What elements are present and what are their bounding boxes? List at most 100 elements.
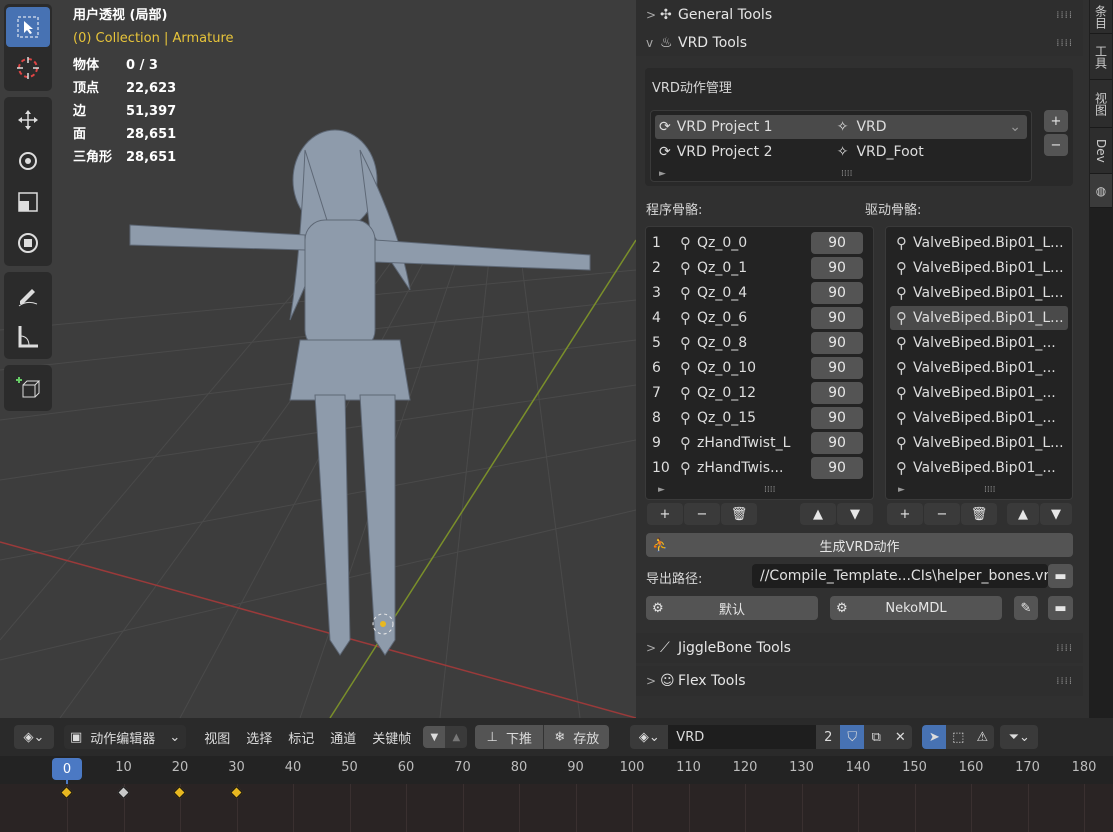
- show-hidden-button[interactable]: ⬚: [946, 725, 971, 749]
- mode-dropdown[interactable]: ▣ 动作编辑器 ⌄: [64, 725, 187, 749]
- program-bone-row[interactable]: 3 ⚲ Qz_0_4 90: [650, 281, 869, 305]
- clear-driver-bones-button[interactable]: 🗑: [961, 503, 997, 525]
- driver-bone-row[interactable]: ⚲ ValveBiped.Bip01_...: [890, 406, 1068, 430]
- unlink-action-button[interactable]: ✕: [888, 725, 913, 749]
- jigglebone-tools-header[interactable]: > ⟋ JiggleBone Tools ⁞⁞⁞⁞: [636, 633, 1083, 663]
- prev-action-button[interactable]: ▼: [423, 726, 446, 748]
- menu-view[interactable]: 视图: [204, 728, 230, 747]
- generate-vrd-button[interactable]: ⛹ 生成VRD动作: [646, 533, 1073, 557]
- driver-bone-row[interactable]: ⚲ ValveBiped.Bip01_L...: [890, 431, 1068, 455]
- add-project-button[interactable]: +: [1044, 110, 1068, 132]
- expand-triangle-icon[interactable]: ►: [658, 485, 665, 495]
- program-bone-row[interactable]: 1 ⚲ Qz_0_0 90: [650, 231, 869, 255]
- program-bone-row[interactable]: 10 ⚲ zHandTwis... 90: [650, 456, 869, 480]
- bone-angle-field[interactable]: 90: [811, 257, 863, 279]
- bone-angle-field[interactable]: 90: [811, 282, 863, 304]
- only-errors-button[interactable]: ⚠: [970, 725, 995, 749]
- tab-item[interactable]: 条目: [1090, 0, 1112, 34]
- open-folder-button[interactable]: ▬: [1048, 596, 1073, 620]
- drag-grip-icon[interactable]: ⁞⁞⁞⁞: [1056, 643, 1073, 654]
- fake-user-button[interactable]: ⛉: [840, 725, 865, 749]
- bone-angle-field[interactable]: 90: [811, 332, 863, 354]
- action-name-field[interactable]: VRD: [668, 725, 817, 749]
- driver-bone-row[interactable]: ⚲ ValveBiped.Bip01_L...: [890, 231, 1068, 255]
- stash-button[interactable]: ❄ 存放: [543, 725, 610, 749]
- nekomdl-button[interactable]: ⚙ NekoMDL: [830, 596, 1002, 620]
- project-row[interactable]: ⟳ VRD Project 2 ✧ VRD_Foot: [655, 140, 1027, 164]
- push-down-button[interactable]: ⊥ 下推: [475, 725, 544, 749]
- tab-view[interactable]: 视图: [1090, 80, 1112, 128]
- driver-bone-row[interactable]: ⚲ ValveBiped.Bip01_...: [890, 356, 1068, 380]
- move-up-driver-button[interactable]: ▲: [1007, 503, 1039, 525]
- program-bone-row[interactable]: 7 ⚲ Qz_0_12 90: [650, 381, 869, 405]
- next-action-button[interactable]: ▲: [445, 726, 468, 748]
- vrd-tools-header[interactable]: v ♨ VRD Tools ⁞⁞⁞⁞: [636, 28, 1083, 58]
- move-up-program-button[interactable]: ▲: [800, 503, 836, 525]
- bone-angle-field[interactable]: 90: [811, 432, 863, 454]
- menu-key[interactable]: 关键帧: [372, 728, 411, 747]
- program-bone-row[interactable]: 8 ⚲ Qz_0_15 90: [650, 406, 869, 430]
- select-box-tool[interactable]: [6, 7, 50, 47]
- keyframe[interactable]: [116, 786, 130, 799]
- only-selected-button[interactable]: ➤: [922, 725, 947, 749]
- keyframe[interactable]: [60, 786, 73, 799]
- menu-marker[interactable]: 标记: [288, 728, 314, 747]
- expand-triangle-icon[interactable]: ►: [898, 485, 905, 495]
- program-bone-row[interactable]: 2 ⚲ Qz_0_1 90: [650, 256, 869, 280]
- add-program-bone-button[interactable]: +: [647, 503, 683, 525]
- bone-angle-field[interactable]: 90: [811, 382, 863, 404]
- add-driver-bone-button[interactable]: +: [887, 503, 923, 525]
- keyframe[interactable]: [173, 786, 186, 799]
- users-count[interactable]: 2: [816, 725, 841, 749]
- export-path-field[interactable]: //Compile_Template...CIs\helper_bones.vr…: [752, 564, 1048, 588]
- project-row[interactable]: ⟳ VRD Project 1 ✧ VRD ⌄: [655, 115, 1027, 139]
- bone-angle-field[interactable]: 90: [811, 407, 863, 429]
- bone-angle-field[interactable]: 90: [811, 232, 863, 254]
- measure-tool[interactable]: [6, 316, 50, 356]
- driver-bone-row[interactable]: ⚲ ValveBiped.Bip01_...: [890, 331, 1068, 355]
- menu-channel[interactable]: 通道: [330, 728, 356, 747]
- bone-angle-field[interactable]: 90: [811, 307, 863, 329]
- drag-grip-icon[interactable]: ⁞⁞⁞⁞: [1056, 38, 1073, 49]
- chevron-down-icon[interactable]: ⌄: [1009, 119, 1021, 135]
- transform-tool[interactable]: [6, 223, 50, 263]
- move-tool[interactable]: [6, 100, 50, 140]
- general-tools-header[interactable]: > ✣ General Tools ⁞⁞⁞⁞: [636, 0, 1083, 30]
- move-down-program-button[interactable]: ▼: [837, 503, 873, 525]
- program-bone-row[interactable]: 6 ⚲ Qz_0_10 90: [650, 356, 869, 380]
- resize-grip-icon[interactable]: ⁞⁞⁞⁞: [841, 169, 852, 179]
- driver-bone-row[interactable]: ⚲ ValveBiped.Bip01_L...: [890, 256, 1068, 280]
- program-bone-row[interactable]: 4 ⚲ Qz_0_6 90: [650, 306, 869, 330]
- drag-grip-icon[interactable]: ⁞⁞⁞⁞: [1056, 10, 1073, 21]
- tab-addon[interactable]: ◍: [1090, 174, 1112, 208]
- scale-tool[interactable]: [6, 182, 50, 222]
- driver-bone-row[interactable]: ⚲ ValveBiped.Bip01_...: [890, 381, 1068, 405]
- resize-grip-icon[interactable]: ⁞⁞⁞⁞: [984, 485, 995, 495]
- driver-bone-row[interactable]: ⚲ ValveBiped.Bip01_...: [890, 456, 1068, 480]
- 3d-viewport[interactable]: 用户透视 (局部) (0) Collection | Armature 物体 0 …: [0, 0, 636, 718]
- tab-tool[interactable]: 工具: [1090, 34, 1112, 80]
- remove-project-button[interactable]: −: [1044, 134, 1068, 156]
- frame-ruler[interactable]: 0 10 20 30 40 50 60 70 80 90 100 110 120 130 140 150 16…: [0, 756, 1113, 784]
- move-down-driver-button[interactable]: ▼: [1040, 503, 1072, 525]
- bone-angle-field[interactable]: 90: [811, 457, 863, 479]
- browse-action-button[interactable]: ◈⌄: [630, 725, 669, 749]
- annotate-tool[interactable]: [6, 275, 50, 315]
- program-bone-row[interactable]: 5 ⚲ Qz_0_8 90: [650, 331, 869, 355]
- duplicate-action-button[interactable]: ⧉: [864, 725, 889, 749]
- filter-button[interactable]: ⏷⌄: [1000, 725, 1039, 749]
- drag-grip-icon[interactable]: ⁞⁞⁞⁞: [1056, 676, 1073, 687]
- editor-type-button[interactable]: ◈⌄: [14, 725, 54, 749]
- flex-tools-header[interactable]: > ☺ Flex Tools ⁞⁞⁞⁞: [636, 666, 1083, 696]
- browse-folder-button[interactable]: ▬: [1048, 564, 1073, 588]
- driver-bone-row[interactable]: ⚲ ValveBiped.Bip01_L...: [890, 306, 1068, 330]
- cursor-tool[interactable]: [6, 48, 50, 88]
- program-bone-row[interactable]: 9 ⚲ zHandTwist_L 90: [650, 431, 869, 455]
- expand-triangle-icon[interactable]: ►: [659, 169, 666, 179]
- edit-button[interactable]: ✎: [1014, 596, 1038, 620]
- bone-angle-field[interactable]: 90: [811, 357, 863, 379]
- clear-program-bones-button[interactable]: 🗑: [721, 503, 757, 525]
- add-cube-tool[interactable]: [6, 368, 50, 408]
- menu-select[interactable]: 选择: [246, 728, 272, 747]
- remove-driver-bone-button[interactable]: −: [924, 503, 960, 525]
